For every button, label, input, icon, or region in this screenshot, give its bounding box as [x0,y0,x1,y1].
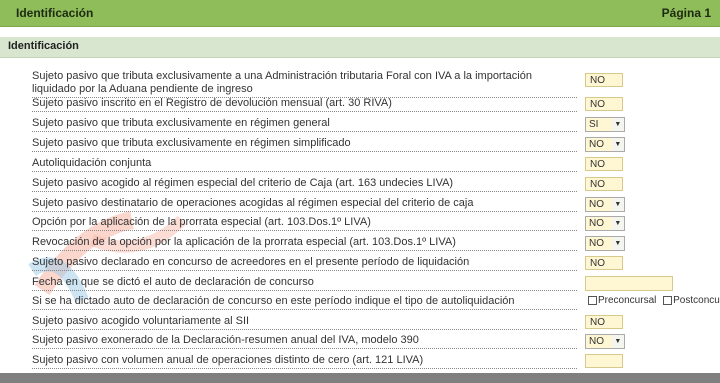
chevron-down-icon[interactable]: ▼ [612,198,624,211]
row-label: Sujeto pasivo que tributa exclusivamente… [32,117,577,132]
chevron-down-icon[interactable]: ▼ [612,335,624,348]
footer-bar [0,373,720,383]
chevron-down-icon[interactable]: ▼ [612,217,624,230]
checkbox-postconcurso[interactable]: Postconcurso [663,295,720,306]
row-label: Fecha en que se dictó el auto de declara… [32,276,577,291]
value-select[interactable]: NO ▼ [585,236,625,251]
row-label: Sujeto pasivo que tributa exclusivamente… [32,70,577,98]
date-field[interactable] [585,276,673,291]
select-value: NO [586,138,612,151]
value-select[interactable]: NO ▼ [585,197,625,212]
row-label: Sujeto pasivo acogido voluntariamente al… [32,315,577,330]
row-label: Sujeto pasivo que tributa exclusivamente… [32,137,577,152]
value-select[interactable]: NO ▼ [585,137,625,152]
value-field[interactable]: NO [585,256,623,270]
page-number: Página 1 [661,6,711,20]
row-label: Opción por la aplicación de la prorrata … [32,216,577,231]
value-field[interactable]: NO [585,315,623,329]
select-value: SI [586,118,612,131]
value-select[interactable]: SI ▼ [585,117,625,132]
row-label: Sujeto pasivo inscrito en el Registro de… [32,97,577,112]
select-value: NO [586,335,612,348]
checkbox-preconcursal[interactable]: Preconcursal [588,295,656,306]
section-title: Identificación [8,40,79,52]
chevron-down-icon[interactable]: ▼ [612,118,624,131]
row-label: Revocación de la opción por la aplicació… [32,236,577,251]
checkbox-icon[interactable] [663,295,673,305]
value-field[interactable] [585,354,623,368]
row-label: Sujeto pasivo exonerado de la Declaració… [32,334,577,349]
row-label: Sujeto pasivo acogido al régimen especia… [32,177,577,192]
row-label: Sujeto pasivo declarado en concurso de a… [32,256,577,271]
checkbox-label: Preconcursal [598,295,657,306]
value-field[interactable]: NO [585,177,623,191]
value-field[interactable]: NO [585,97,623,111]
value-select[interactable]: NO ▼ [585,216,625,231]
select-value: NO [586,198,612,211]
checkbox-label: Postconcurso [673,295,720,306]
value-field[interactable]: NO [585,73,623,87]
section-header: Identificación [0,37,720,58]
row-label: Sujeto pasivo con volumen anual de opera… [32,354,577,369]
chevron-down-icon[interactable]: ▼ [612,237,624,250]
value-field[interactable]: NO [585,157,623,171]
chevron-down-icon[interactable]: ▼ [612,138,624,151]
value-select[interactable]: NO ▼ [585,334,625,349]
checkbox-icon[interactable] [588,295,597,305]
row-label: Autoliquidación conjunta [32,157,577,172]
header-title: Identificación [16,6,94,20]
select-value: NO [586,217,612,230]
row-label: Sujeto pasivo destinatario de operacione… [32,197,577,212]
header-bar: Identificación Página 1 [0,0,720,27]
row-label: Si se ha dictado auto de declaración de … [32,295,577,310]
select-value: NO [586,237,612,250]
